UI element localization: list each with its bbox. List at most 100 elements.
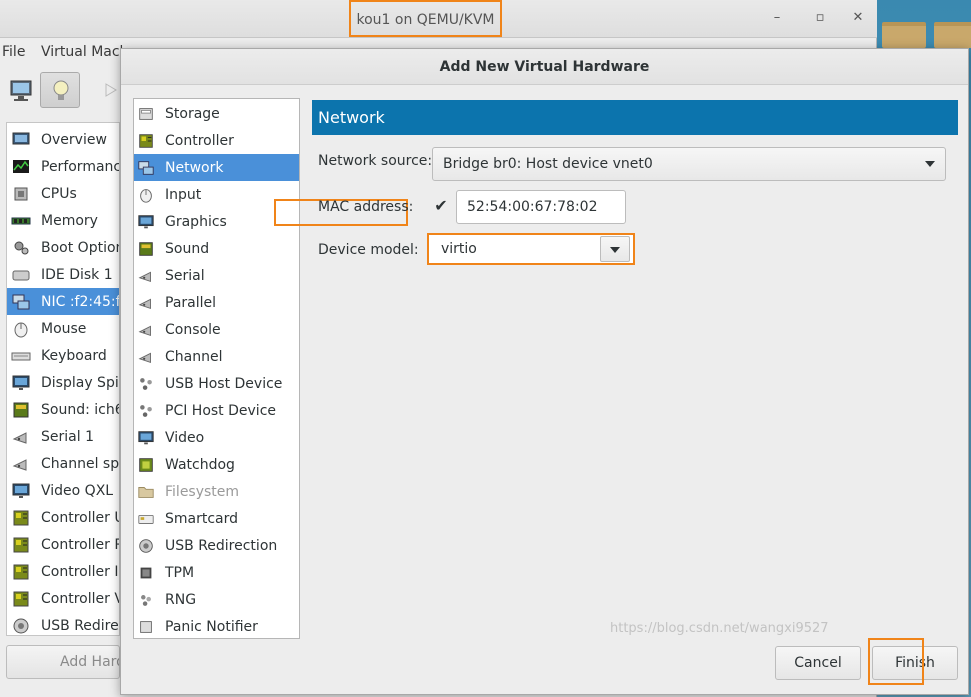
boot-options-icon — [10, 238, 32, 258]
hardware-type-label: Filesystem — [165, 483, 240, 500]
sidebar-item-label: Video QXL — [41, 482, 114, 499]
sidebar-item[interactable]: Mouse — [7, 315, 119, 342]
sidebar-item-label: Memory — [41, 212, 98, 229]
sidebar-item-label: Controller P — [41, 536, 120, 553]
mac-address-checkbox[interactable]: ✔ — [432, 197, 450, 215]
run-button[interactable] — [92, 72, 122, 108]
hardware-type-label: Channel — [165, 348, 223, 365]
hardware-type-list: Storage Controller Network Input Graphics Sou… — [133, 98, 300, 639]
desktop-folder-icon[interactable] — [882, 22, 926, 48]
sidebar-item[interactable]: Overview — [7, 126, 119, 153]
menu-file[interactable]: File — [2, 44, 25, 60]
network-source-dropdown[interactable]: Bridge br0: Host device vnet0 — [432, 147, 946, 181]
device-model-label: Device model: — [318, 242, 419, 258]
sidebar-item[interactable]: Display Spic — [7, 369, 119, 396]
sidebar-item[interactable]: Controller U — [7, 504, 120, 531]
sidebar-item[interactable]: Memory — [7, 207, 119, 234]
hardware-type-item[interactable]: Console — [134, 316, 299, 343]
sidebar-item[interactable]: Channel spic — [7, 450, 120, 477]
sidebar-item[interactable]: Controller V — [7, 585, 120, 612]
sidebar-item-label: NIC :f2:45:f — [41, 293, 120, 310]
menu-virtual-machine[interactable]: Virtual Mach — [41, 44, 128, 60]
sidebar-item-label: Controller U — [41, 509, 120, 526]
hardware-type-label: Controller — [165, 132, 234, 149]
device-model-value[interactable]: virtio — [441, 235, 477, 263]
pci-icon — [137, 402, 155, 420]
hardware-type-item[interactable]: Video — [134, 424, 299, 451]
hardware-type-item[interactable]: Sound — [134, 235, 299, 262]
sidebar-item-label: Serial 1 — [41, 428, 94, 445]
window-titlebar[interactable]: kou1 on QEMU/KVM – ▫ ✕ — [0, 0, 877, 38]
hardware-type-item[interactable]: Controller — [134, 127, 299, 154]
hardware-type-item[interactable]: Network — [134, 154, 299, 181]
sidebar-item[interactable]: NIC :f2:45:f — [7, 288, 120, 315]
minimize-button[interactable]: – — [767, 9, 787, 27]
sidebar-item[interactable]: Controller P — [7, 531, 120, 558]
channel-icon — [137, 348, 155, 366]
sidebar-item-label: Channel spic — [41, 455, 120, 472]
monitor-icon — [10, 80, 32, 101]
chevron-down-icon — [610, 247, 620, 253]
sidebar-item[interactable]: IDE Disk 1 — [7, 261, 119, 288]
cancel-button[interactable]: Cancel — [775, 646, 861, 680]
sidebar-item[interactable]: CPUs — [7, 180, 119, 207]
panic-icon — [137, 618, 155, 636]
hardware-type-label: Watchdog — [165, 456, 235, 473]
hardware-type-item[interactable]: Serial — [134, 262, 299, 289]
hardware-type-label: USB Redirection — [165, 537, 278, 554]
hardware-type-label: Serial — [165, 267, 205, 284]
desktop-folder-icon[interactable] — [934, 22, 971, 48]
show-console-button[interactable] — [2, 72, 42, 108]
hardware-type-item[interactable]: RNG — [134, 586, 299, 613]
sidebar-item-label: USB Redirec — [41, 617, 120, 634]
sidebar-item[interactable]: Controller ID — [7, 558, 119, 585]
hardware-type-item[interactable]: Graphics — [134, 208, 299, 235]
sidebar-item-label: Controller V — [41, 590, 120, 607]
finish-button[interactable]: Finish — [872, 646, 958, 680]
sidebar-item-label: Controller ID — [41, 563, 119, 580]
hardware-type-label: Sound — [165, 240, 210, 257]
mac-address-label: MAC address: — [318, 199, 414, 215]
sidebar-item[interactable]: Serial 1 — [7, 423, 119, 450]
hardware-type-item[interactable]: USB Host Device — [134, 370, 299, 397]
hardware-type-item[interactable]: Smartcard — [134, 505, 299, 532]
sound-icon — [137, 240, 155, 258]
hardware-type-item[interactable]: Storage — [134, 100, 299, 127]
sound-icon — [10, 400, 32, 420]
sidebar-item[interactable]: USB Redirec — [7, 612, 120, 635]
close-button[interactable]: ✕ — [848, 9, 868, 27]
cpu-icon — [10, 184, 32, 204]
hardware-sidebar: Overview Performance CPUs Memory Boot Option… — [6, 122, 120, 636]
mac-address-input[interactable]: 52:54:00:67:78:02 — [456, 190, 626, 224]
sidebar-item[interactable]: Performance — [7, 153, 119, 180]
sidebar-item[interactable]: Video QXL — [7, 477, 119, 504]
hardware-type-item[interactable]: Filesystem — [134, 478, 299, 505]
maximize-button[interactable]: ▫ — [810, 9, 830, 27]
hardware-type-label: Parallel — [165, 294, 217, 311]
hardware-type-label: Smartcard — [165, 510, 239, 527]
hardware-type-label: Network — [165, 159, 224, 176]
show-details-button[interactable] — [40, 72, 80, 108]
network-source-value: Bridge br0: Host device vnet0 — [443, 156, 653, 172]
controller-icon — [10, 562, 32, 582]
sidebar-item[interactable]: Sound: ich6 — [7, 396, 119, 423]
hardware-type-item[interactable]: Parallel — [134, 289, 299, 316]
device-model-dropdown-button[interactable] — [600, 236, 630, 262]
mouse-icon — [137, 186, 155, 204]
hardware-type-item[interactable]: Watchdog — [134, 451, 299, 478]
hardware-type-item[interactable]: PCI Host Device — [134, 397, 299, 424]
add-hardware-button[interactable]: Add Hard — [6, 645, 120, 679]
hardware-type-item[interactable]: USB Redirection — [134, 532, 299, 559]
hardware-type-item[interactable]: Channel — [134, 343, 299, 370]
device-model-combobox[interactable]: virtio — [427, 233, 635, 265]
hardware-type-item[interactable]: TPM — [134, 559, 299, 586]
hardware-type-label: Graphics — [165, 213, 227, 230]
keyboard-icon — [10, 346, 32, 366]
hardware-type-item[interactable]: Panic Notifier — [134, 613, 299, 640]
sidebar-item[interactable]: Boot Option — [7, 234, 119, 261]
lightbulb-icon — [53, 80, 69, 100]
serial-icon — [10, 427, 32, 447]
folder-icon — [137, 483, 155, 501]
sidebar-item[interactable]: Keyboard — [7, 342, 119, 369]
hardware-type-item[interactable]: Input — [134, 181, 299, 208]
